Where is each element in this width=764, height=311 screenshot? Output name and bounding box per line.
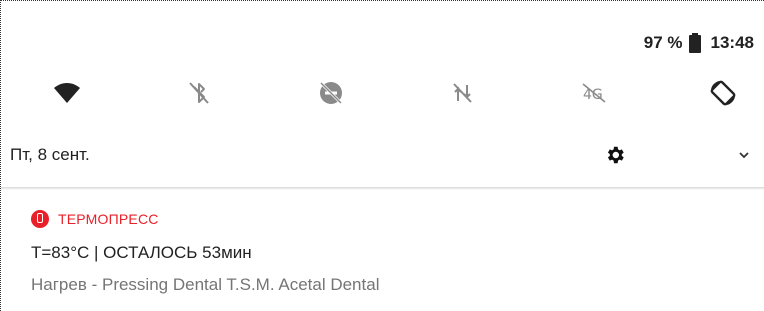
thermopress-app-icon (31, 210, 49, 228)
wifi-icon (54, 83, 80, 103)
battery-full-icon (688, 33, 701, 53)
gear-icon[interactable] (604, 144, 626, 166)
status-bar: 97 % 13:48 (644, 31, 754, 55)
notification-text: Нагрев - Pressing Dental T.S.M. Acetal D… (31, 275, 380, 294)
divider (1, 187, 764, 190)
clock: 13:48 (710, 33, 754, 52)
qs-tile-do-not-disturb[interactable] (309, 71, 353, 115)
notification-header: ТЕРМОПРЕСС (31, 209, 159, 229)
auto-rotate-icon (710, 80, 736, 106)
quick-settings-row: 4G (1, 71, 764, 115)
mobile-data-off-icon (453, 83, 472, 103)
qs-tile-mobile-data[interactable] (441, 71, 485, 115)
4g-off-icon: 4G (582, 83, 606, 103)
do-not-disturb-off-icon (319, 81, 343, 105)
notification-title: T=83°C | ОСТАЛОСЬ 53мин (31, 243, 252, 262)
bluetooth-off-icon (189, 82, 209, 104)
qs-tile-auto-rotate[interactable] (701, 71, 745, 115)
qs-tile-4g[interactable]: 4G (573, 71, 617, 115)
notification-card[interactable]: ТЕРМОПРЕСС T=83°C | ОСТАЛОСЬ 53мин Нагре… (1, 191, 764, 311)
battery-percentage: 97 % (643, 33, 683, 52)
notification-app-name: ТЕРМОПРЕСС (58, 211, 159, 227)
chevron-down-icon[interactable] (736, 147, 752, 163)
date-row: Пт, 8 сент. (1, 141, 764, 171)
date-label: Пт, 8 сент. (10, 145, 90, 164)
qs-tile-bluetooth[interactable] (177, 71, 221, 115)
notification-shade: 97 % 13:48 4G Пт, 8 сент. ТЕРМОПРЕСС T=8… (0, 0, 764, 311)
svg-text:4G: 4G (583, 87, 603, 103)
qs-tile-wifi[interactable] (45, 71, 89, 115)
